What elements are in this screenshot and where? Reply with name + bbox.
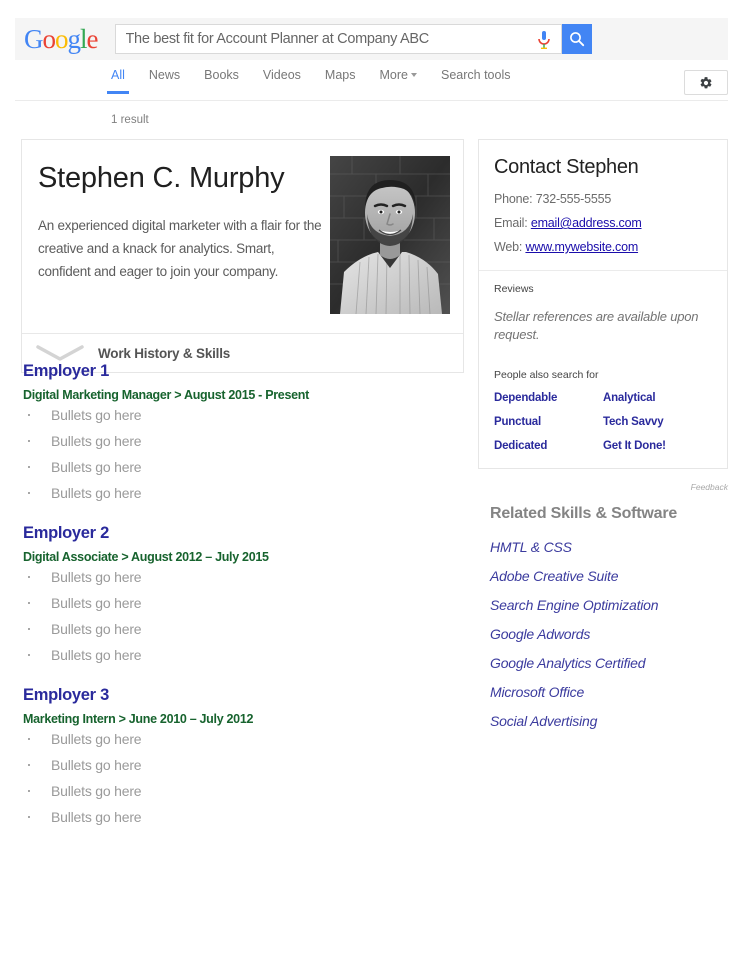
reviews-section: Reviews Stellar references are available…: [479, 283, 727, 468]
employer-bullets: Bullets go here Bullets go here Bullets …: [21, 729, 464, 825]
email-label: Email:: [494, 216, 528, 230]
list-item: Bullets go here: [21, 619, 464, 637]
employer-bullets: Bullets go here Bullets go here Bullets …: [21, 405, 464, 501]
list-item: Bullets go here: [21, 729, 464, 747]
profile-header: Stephen C. Murphy An experienced digital…: [22, 140, 463, 316]
settings-button[interactable]: [684, 70, 728, 95]
tab-news[interactable]: News: [149, 68, 180, 94]
list-item: Bullets go here: [21, 483, 464, 501]
list-item: Bullets go here: [21, 781, 464, 799]
pasf-link[interactable]: Dedicated: [494, 440, 603, 452]
tab-books[interactable]: Books: [204, 68, 239, 94]
employer-role: Digital Associate > August 2012 – July 2…: [23, 550, 269, 564]
phone-row: Phone: 732-555-5555: [494, 192, 712, 206]
website-link[interactable]: www.mywebsite.com: [525, 240, 638, 254]
pasf-link[interactable]: Analytical: [603, 392, 712, 404]
pasf-link[interactable]: Dependable: [494, 392, 603, 404]
email-row: Email: email@address.com: [494, 216, 712, 230]
skill-item[interactable]: Google Analytics Certified: [490, 655, 730, 671]
email-link[interactable]: email@address.com: [531, 216, 642, 230]
skill-item[interactable]: Microsoft Office: [490, 684, 730, 700]
search-header: Google: [15, 18, 728, 60]
employer-role: Digital Marketing Manager > August 2015 …: [23, 388, 309, 402]
reviews-text: Stellar references are available upon re…: [494, 309, 699, 343]
contact-details: Phone: 732-555-5555 Email: email@address…: [494, 192, 712, 254]
employer-entry: Employer 1 Digital Marketing Manager > A…: [21, 362, 464, 501]
web-label: Web:: [494, 240, 523, 254]
search-input[interactable]: [125, 31, 521, 47]
list-item: Bullets go here: [21, 457, 464, 475]
search-box[interactable]: [114, 24, 562, 54]
employer-name[interactable]: Employer 1: [23, 362, 464, 381]
people-also-search-grid: Dependable Analytical Punctual Tech Savv…: [494, 392, 712, 468]
work-history-list: Employer 1 Digital Marketing Manager > A…: [21, 362, 464, 848]
nav-divider: [15, 100, 728, 101]
profile-text-block: Stephen C. Murphy An experienced digital…: [22, 156, 330, 316]
people-also-search-heading: People also search for: [494, 368, 599, 381]
list-item: Bullets go here: [21, 807, 464, 825]
microphone-icon[interactable]: [537, 30, 551, 50]
employer-name[interactable]: Employer 3: [23, 686, 464, 705]
tab-more[interactable]: More: [380, 68, 417, 94]
pasf-link[interactable]: Tech Savvy: [603, 416, 712, 428]
employer-role: Marketing Intern > June 2010 – July 2012: [23, 712, 254, 726]
list-item: Bullets go here: [21, 431, 464, 449]
tab-maps[interactable]: Maps: [325, 68, 356, 94]
list-item: Bullets go here: [21, 405, 464, 423]
employer-entry: Employer 2 Digital Associate > August 20…: [21, 524, 464, 663]
profile-result-card: Stephen C. Murphy An experienced digital…: [21, 139, 464, 373]
skill-item[interactable]: Search Engine Optimization: [490, 597, 730, 613]
pasf-link[interactable]: Get It Done!: [603, 440, 712, 452]
search-icon: [569, 32, 584, 47]
google-logo[interactable]: Google: [24, 25, 98, 53]
profile-bio: An experienced digital marketer with a f…: [38, 217, 322, 280]
web-row: Web: www.mywebsite.com: [494, 240, 712, 254]
employer-bullets: Bullets go here Bullets go here Bullets …: [21, 567, 464, 663]
avatar: [330, 156, 450, 314]
nav-tabs: All News Books Videos Maps More Search t…: [107, 68, 534, 94]
employer-name[interactable]: Employer 2: [23, 524, 464, 543]
gear-icon: [700, 76, 712, 88]
related-skills-title: Related Skills & Software: [490, 505, 678, 522]
pasf-link[interactable]: Punctual: [494, 416, 603, 428]
page-title: Stephen C. Murphy: [38, 162, 285, 194]
work-history-label: Work History & Skills: [98, 345, 231, 361]
contact-section: Contact Stephen Phone: 732-555-5555 Emai…: [479, 156, 727, 254]
tab-search-tools[interactable]: Search tools: [441, 68, 510, 94]
knowledge-panel: Contact Stephen Phone: 732-555-5555 Emai…: [478, 139, 728, 469]
panel-divider: [479, 270, 727, 271]
contact-title: Contact Stephen: [494, 156, 639, 178]
skill-item[interactable]: Google Adwords: [490, 626, 730, 642]
skill-item[interactable]: HMTL & CSS: [490, 539, 730, 555]
search-nav-bar: All News Books Videos Maps More Search t…: [15, 68, 728, 100]
related-skills-section: Related Skills & Software HMTL & CSS Ado…: [490, 505, 730, 742]
phone-label: Phone:: [494, 192, 533, 206]
reviews-heading: Reviews: [494, 283, 534, 295]
tab-videos[interactable]: Videos: [263, 68, 301, 94]
list-item: Bullets go here: [21, 567, 464, 585]
phone-value: 732-555-5555: [535, 192, 612, 206]
list-item: Bullets go here: [21, 593, 464, 611]
feedback-link[interactable]: Feedback: [478, 482, 728, 492]
chevron-down-icon: [410, 72, 417, 77]
list-item: Bullets go here: [21, 755, 464, 773]
employer-entry: Employer 3 Marketing Intern > June 2010 …: [21, 686, 464, 825]
skill-item[interactable]: Social Advertising: [490, 713, 730, 729]
skill-item[interactable]: Adobe Creative Suite: [490, 568, 730, 584]
search-submit-button[interactable]: [561, 24, 592, 54]
tab-all[interactable]: All: [107, 68, 129, 94]
result-count: 1 result: [111, 114, 149, 126]
list-item: Bullets go here: [21, 645, 464, 663]
chevron-down-icon[interactable]: [22, 344, 98, 362]
